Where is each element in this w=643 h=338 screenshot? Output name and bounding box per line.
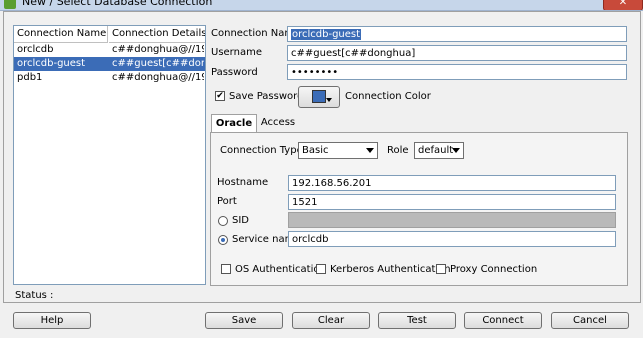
username-label: Username bbox=[211, 47, 262, 58]
connection-type-label: Connection Type bbox=[220, 145, 303, 156]
column-header-name[interactable]: Connection Name bbox=[14, 26, 108, 43]
save-button[interactable]: Save bbox=[205, 312, 283, 329]
row-name: pdb1 bbox=[17, 72, 43, 83]
proxy-connection-checkbox[interactable] bbox=[436, 264, 446, 274]
list-row-orclcdb-guest[interactable]: orclcdb-guest c##guest[c##don... bbox=[14, 57, 205, 71]
tab-access[interactable]: Access bbox=[258, 114, 298, 132]
connect-button[interactable]: Connect bbox=[464, 312, 542, 329]
connection-list[interactable]: Connection Name Connection Details orclc… bbox=[13, 25, 206, 285]
row-details: c##donghua@//19... bbox=[112, 44, 204, 55]
connection-name-field[interactable]: orclcdb-guest bbox=[287, 26, 627, 42]
sid-label: SID bbox=[232, 215, 249, 226]
list-row-pdb1[interactable]: pdb1 c##donghua@//19... bbox=[14, 71, 205, 85]
window-title: New / Select Database Connection bbox=[22, 0, 213, 8]
connection-color-label: Connection Color bbox=[345, 91, 431, 102]
connection-type-value: Basic bbox=[302, 145, 329, 156]
tab-oracle[interactable]: Oracle bbox=[211, 114, 257, 133]
row-name: orclcdb bbox=[17, 44, 54, 55]
port-label: Port bbox=[217, 196, 237, 207]
list-row-orclcdb[interactable]: orclcdb c##donghua@//19... bbox=[14, 43, 205, 57]
row-details: c##guest[c##don... bbox=[112, 58, 204, 69]
color-swatch-icon bbox=[312, 90, 326, 103]
role-select[interactable]: default bbox=[414, 142, 464, 159]
role-label: Role bbox=[387, 145, 409, 156]
chevron-down-icon bbox=[452, 148, 460, 153]
sid-radio[interactable] bbox=[218, 216, 228, 226]
kerberos-checkbox[interactable] bbox=[316, 264, 326, 274]
proxy-connection-label: Proxy Connection bbox=[450, 264, 538, 275]
os-auth-checkbox[interactable] bbox=[221, 264, 231, 274]
row-name: orclcdb-guest bbox=[17, 58, 86, 69]
role-value: default bbox=[418, 145, 454, 156]
close-icon[interactable]: ✕ bbox=[603, 0, 643, 10]
chevron-down-icon bbox=[326, 98, 332, 102]
app-icon bbox=[4, 0, 16, 9]
column-header-details[interactable]: Connection Details bbox=[109, 26, 205, 43]
os-auth-label: OS Authentication bbox=[235, 264, 326, 275]
connection-type-select[interactable]: Basic bbox=[298, 142, 378, 159]
service-name-field[interactable]: orclcdb bbox=[288, 231, 616, 247]
port-field[interactable]: 1521 bbox=[288, 194, 616, 210]
hostname-label: Hostname bbox=[217, 177, 269, 188]
help-button[interactable]: Help bbox=[13, 312, 91, 329]
password-field[interactable]: •••••••• bbox=[287, 64, 627, 80]
connection-name-value: orclcdb-guest bbox=[291, 29, 362, 40]
save-password-label: Save Password bbox=[229, 91, 304, 102]
hostname-field[interactable]: 192.168.56.201 bbox=[288, 175, 616, 191]
save-password-checkbox[interactable]: ✔ bbox=[215, 91, 225, 101]
service-name-radio[interactable] bbox=[218, 235, 228, 245]
status-label: Status : bbox=[15, 290, 54, 301]
kerberos-label: Kerberos Authentication bbox=[330, 264, 451, 275]
connection-color-button[interactable] bbox=[298, 86, 340, 108]
clear-button[interactable]: Clear bbox=[292, 312, 370, 329]
password-label: Password bbox=[211, 67, 258, 78]
row-details: c##donghua@//19... bbox=[112, 72, 204, 83]
test-button[interactable]: Test bbox=[378, 312, 456, 329]
sid-field bbox=[288, 212, 616, 228]
username-field[interactable]: c##guest[c##donghua] bbox=[287, 45, 627, 61]
title-bar: New / Select Database Connection ✕ bbox=[0, 0, 643, 11]
chevron-down-icon bbox=[366, 148, 374, 153]
cancel-button[interactable]: Cancel bbox=[551, 312, 629, 329]
